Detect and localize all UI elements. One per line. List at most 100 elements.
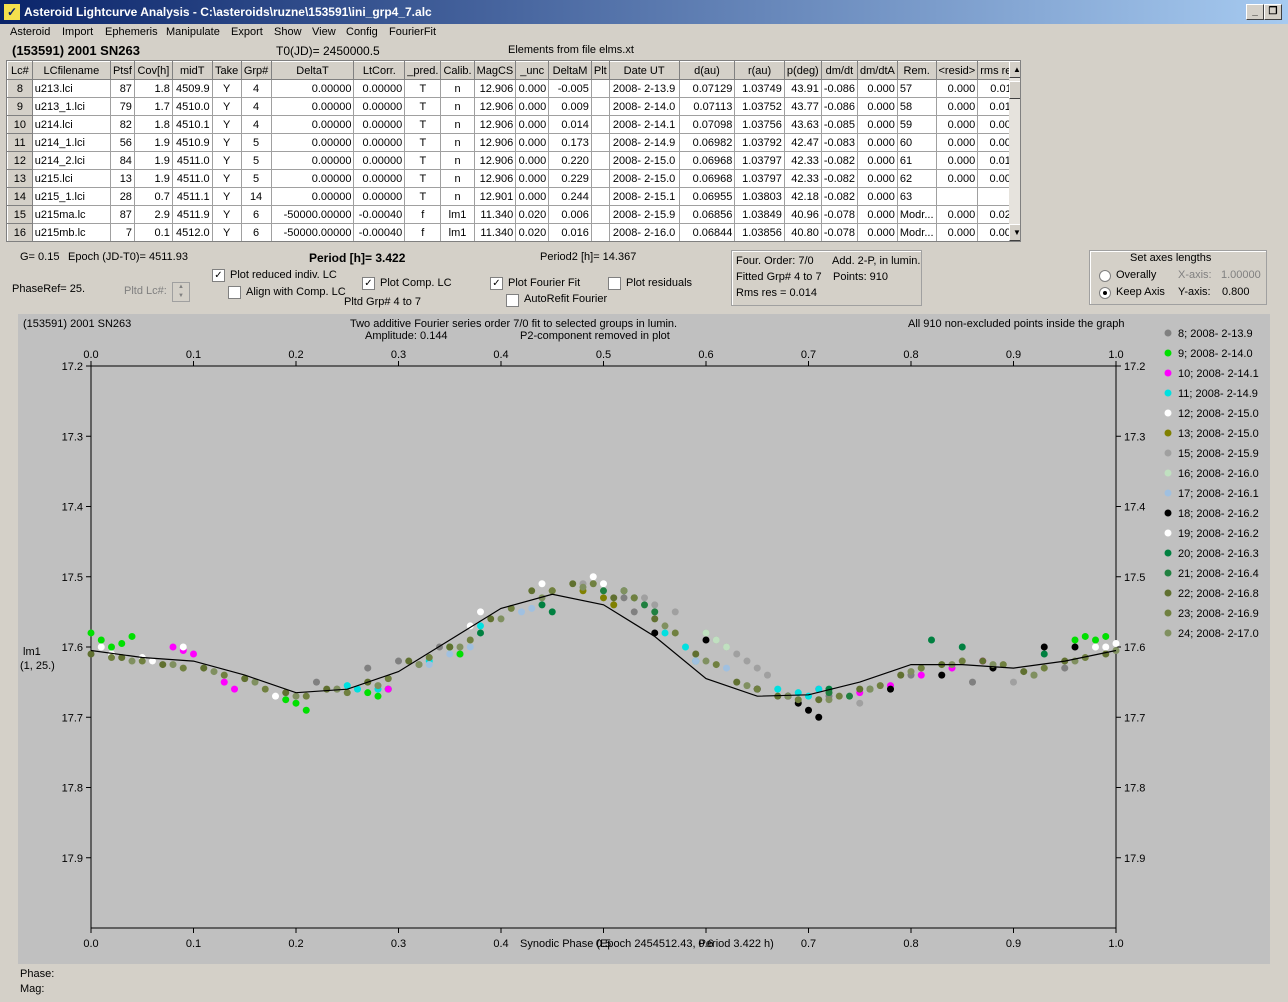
table-cell[interactable]: 57 [896, 79, 937, 98]
table-cell[interactable]: 4 [240, 115, 272, 134]
table-cell[interactable]: 1.03792 [734, 133, 785, 152]
table-cell[interactable]: 0.000 [935, 169, 979, 188]
column-header[interactable]: Calib. [440, 61, 475, 80]
table-cell[interactable]: 0.06955 [678, 187, 736, 206]
keep-axis-radio[interactable] [1099, 287, 1111, 299]
row-header[interactable]: 9 [7, 97, 33, 116]
table-cell[interactable]: 0.000 [515, 97, 550, 116]
table-cell[interactable]: 0.000 [515, 151, 550, 170]
table-cell[interactable] [590, 97, 610, 116]
table-cell[interactable]: Y [211, 97, 242, 116]
table-cell[interactable]: 0.173 [548, 133, 592, 152]
table-cell[interactable]: Y [211, 223, 242, 241]
table-cell[interactable]: n [440, 97, 475, 116]
minimize-button[interactable]: _ [1246, 4, 1264, 20]
table-cell[interactable]: 12.906 [473, 79, 517, 98]
x-axis-input[interactable]: 1.00000 [1221, 269, 1261, 281]
table-cell[interactable]: 0.020 [515, 205, 550, 224]
table-cell[interactable]: u214_1.lci [31, 133, 111, 152]
table-cell[interactable]: Modr... [896, 223, 937, 241]
table-cell[interactable]: -0.082 [820, 169, 859, 188]
column-header[interactable]: Plt [590, 61, 610, 80]
lightcurve-table[interactable]: Lc# LCfilename Ptsf Cov[h] midT Take Grp# Delta… [6, 60, 1021, 242]
table-cell[interactable]: 42.47 [783, 133, 822, 152]
table-cell[interactable]: Y [211, 133, 242, 152]
table-cell[interactable]: 0.000 [935, 115, 979, 134]
table-row[interactable]: 15 u215ma.lc 87 2.9 4511.9 Y 6 -50000.00000 -0.0… [7, 205, 1020, 224]
table-cell[interactable]: 12.901 [473, 187, 517, 206]
table-cell[interactable]: -50000.00000 [270, 223, 355, 241]
table-cell[interactable]: u215.lci [31, 169, 111, 188]
table-cell[interactable]: 0.06844 [678, 223, 736, 241]
table-cell[interactable]: 42.33 [783, 169, 822, 188]
table-cell[interactable]: Y [211, 79, 242, 98]
table-cell[interactable]: 0.00000 [270, 187, 355, 206]
table-cell[interactable]: 0.014 [548, 115, 592, 134]
plot-fourier-checkbox[interactable]: ✓ [490, 277, 503, 290]
table-cell[interactable]: u213.lci [31, 79, 111, 98]
table-cell[interactable]: 11.340 [473, 205, 517, 224]
table-cell[interactable]: 0.000 [857, 97, 898, 116]
table-cell[interactable]: 0.000 [857, 205, 898, 224]
table-cell[interactable]: -0.083 [820, 133, 859, 152]
table-cell[interactable]: 62 [896, 169, 937, 188]
table-cell[interactable]: 0.00000 [270, 169, 355, 188]
overall-radio[interactable] [1099, 270, 1111, 282]
table-cell[interactable]: 0.244 [548, 187, 592, 206]
table-cell[interactable]: u214_2.lci [31, 151, 111, 170]
table-cell[interactable]: 0.229 [548, 169, 592, 188]
table-cell[interactable]: 63 [896, 187, 937, 206]
column-header[interactable]: LCfilename [31, 61, 111, 80]
table-cell[interactable]: 43.91 [783, 79, 822, 98]
menu-show[interactable]: Show [274, 26, 302, 38]
table-cell[interactable]: T [404, 97, 442, 116]
table-cell[interactable]: 12.906 [473, 133, 517, 152]
table-cell[interactable]: 1.03856 [734, 223, 785, 241]
table-cell[interactable]: -0.078 [820, 205, 859, 224]
table-cell[interactable]: 1.9 [133, 169, 173, 188]
row-header[interactable]: 13 [7, 169, 33, 188]
pltd-lc-spinner[interactable]: ▲ ▼ [172, 282, 190, 302]
table-cell[interactable]: 0.07098 [678, 115, 736, 134]
table-cell[interactable]: 12.906 [473, 115, 517, 134]
table-cell[interactable]: 12.906 [473, 169, 517, 188]
table-cell[interactable]: 0.00000 [353, 169, 406, 188]
table-cell[interactable]: Y [211, 205, 242, 224]
table-cell[interactable]: 5 [240, 169, 272, 188]
table-cell[interactable]: 59 [896, 115, 937, 134]
table-cell[interactable]: 0.00000 [270, 115, 355, 134]
table-cell[interactable]: 0.009 [548, 97, 592, 116]
table-cell[interactable]: 4 [240, 97, 272, 116]
table-cell[interactable]: 6 [240, 223, 272, 241]
table-cell[interactable]: 0.00000 [353, 133, 406, 152]
table-cell[interactable]: n [440, 151, 475, 170]
table-cell[interactable]: 0.220 [548, 151, 592, 170]
scroll-up-icon[interactable]: ▲ [1009, 61, 1020, 78]
table-cell[interactable]: Y [211, 187, 242, 206]
table-cell[interactable]: n [440, 133, 475, 152]
table-cell[interactable]: u215_1.lci [31, 187, 111, 206]
column-header[interactable]: LtCorr. [353, 61, 406, 80]
table-cell[interactable]: Y [211, 151, 242, 170]
table-cell[interactable] [590, 205, 610, 224]
table-cell[interactable]: 1.9 [133, 151, 173, 170]
table-cell[interactable]: 42.18 [783, 187, 822, 206]
table-cell[interactable]: -0.078 [820, 223, 859, 241]
column-header[interactable]: _pred. [404, 61, 442, 80]
table-cell[interactable]: 0.00000 [270, 79, 355, 98]
table-cell[interactable]: 1.7 [133, 97, 173, 116]
table-cell[interactable]: 0.1 [133, 223, 173, 241]
table-cell[interactable]: -50000.00000 [270, 205, 355, 224]
row-header[interactable]: 10 [7, 115, 33, 134]
table-cell[interactable]: 0.00000 [353, 187, 406, 206]
table-cell[interactable]: u215ma.lc [31, 205, 111, 224]
table-cell[interactable]: 0.000 [857, 151, 898, 170]
table-cell[interactable]: 0.000 [857, 115, 898, 134]
table-cell[interactable]: 79 [109, 97, 135, 116]
table-cell[interactable] [590, 115, 610, 134]
table-cell[interactable]: -0.085 [820, 115, 859, 134]
table-cell[interactable]: 0.07129 [678, 79, 736, 98]
table-cell[interactable]: 61 [896, 151, 937, 170]
table-cell[interactable]: 56 [109, 133, 135, 152]
table-cell[interactable]: 0.00000 [270, 97, 355, 116]
